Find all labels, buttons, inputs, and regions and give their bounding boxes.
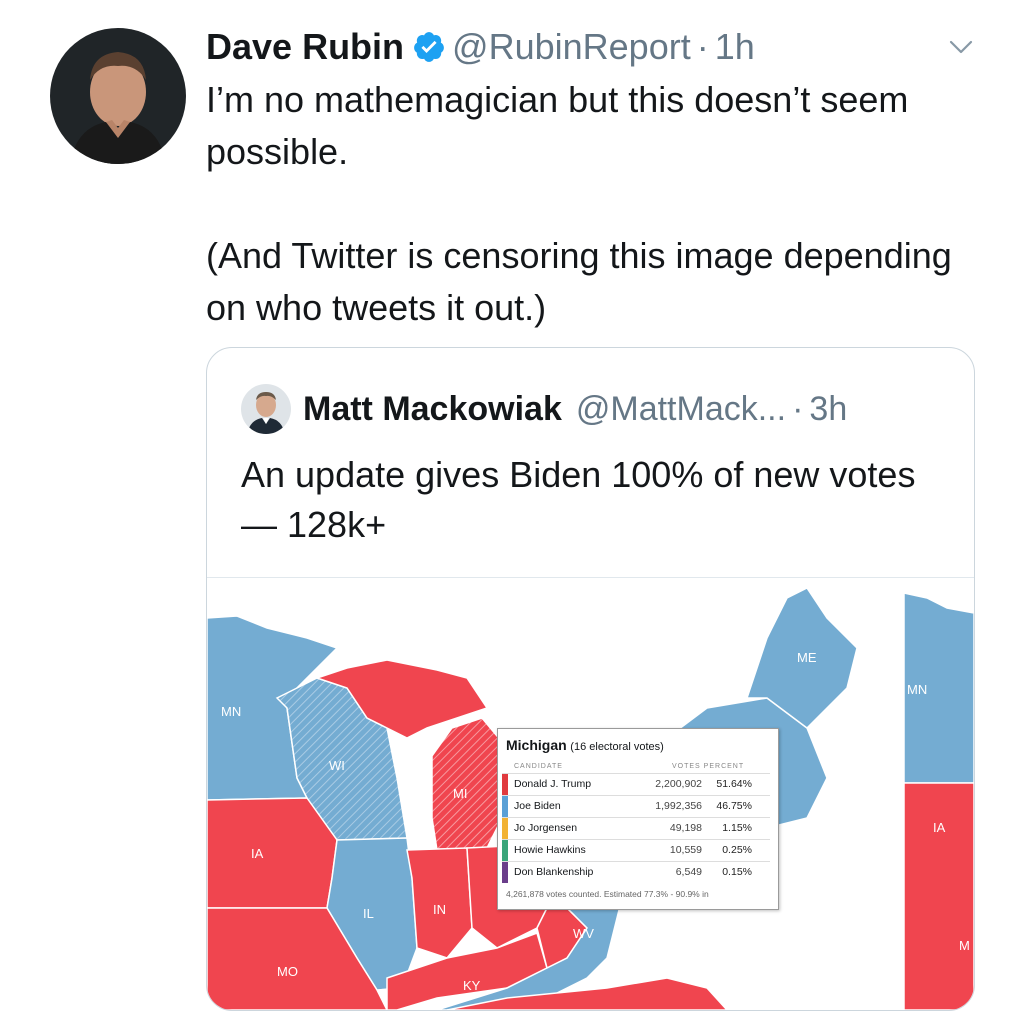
map-label: MN (907, 682, 928, 697)
candidate-color-bar (502, 818, 508, 839)
map-label: IL (363, 906, 374, 921)
separator-dot: · (792, 389, 804, 428)
candidate-name: Don Blankenship (514, 866, 594, 878)
candidate-percent: 1.15% (722, 822, 752, 834)
quoted-author-name: Matt Mackowiak (303, 389, 562, 428)
candidate-votes: 49,198 (669, 822, 702, 834)
election-map-image[interactable]: MN WI MI IA IL IN MO KY WV VA ME MN IA M… (207, 578, 974, 1010)
map-label: ME (797, 650, 817, 665)
quoted-text: An update gives Biden 100% of new votes … (241, 450, 941, 550)
quoted-tweet[interactable]: Matt Mackowiak @MattMack... · 3h An upda… (206, 347, 975, 1011)
verified-badge-icon (414, 32, 444, 62)
quoted-header: Matt Mackowiak @MattMack... · 3h (303, 384, 847, 434)
popup-electoral: (16 electoral votes) (570, 741, 664, 753)
map-label: IA (251, 846, 264, 861)
map-label: IN (433, 902, 446, 917)
candidate-votes: 1,992,356 (655, 800, 702, 812)
map-label: IA (933, 820, 946, 835)
map-label: MO (277, 964, 298, 979)
map-label: MI (453, 786, 468, 801)
result-row: Donald J. Trump 2,200,902 51.64% (502, 773, 770, 795)
result-row: Jo Jorgensen 49,198 1.15% (502, 817, 770, 839)
result-row: Joe Biden 1,992,356 46.75% (502, 795, 770, 817)
candidate-votes: 6,549 (675, 866, 702, 878)
map-label: WV (573, 926, 594, 941)
author-name[interactable]: Dave Rubin (206, 26, 404, 68)
quoted-time: 3h (809, 389, 848, 428)
map-label: KY (463, 978, 481, 993)
popup-footer: 4,261,878 votes counted. Estimated 77.3%… (506, 889, 709, 899)
tweet-text-line: (And Twitter is censoring this image dep… (206, 235, 952, 328)
tweet-time[interactable]: 1h (715, 26, 755, 68)
quoted-text-body: An update gives Biden 100% of new votes … (241, 454, 916, 545)
col-candidate: CANDIDATE (514, 763, 563, 770)
candidate-name: Howie Hawkins (514, 844, 586, 856)
results-rows: Donald J. Trump 2,200,902 51.64% Joe Bid… (502, 773, 770, 883)
chevron-down-icon[interactable] (944, 30, 978, 64)
candidate-color-bar (502, 796, 508, 817)
result-row: Howie Hawkins 10,559 0.25% (502, 839, 770, 861)
tweet-header: Dave Rubin @RubinReport · 1h (206, 22, 755, 72)
popup-title: Michigan (16 electoral votes) (506, 737, 664, 753)
author-avatar[interactable] (50, 28, 186, 164)
candidate-percent: 0.15% (722, 866, 752, 878)
map-label: VA (631, 954, 648, 969)
candidate-name: Donald J. Trump (514, 778, 592, 790)
separator-dot: · (696, 26, 709, 67)
candidate-color-bar (502, 862, 508, 883)
tweet-text-line: I’m no mathemagician but this doesn’t se… (206, 79, 909, 172)
col-votes-percent: VOTES PERCENT (672, 763, 745, 770)
candidate-votes: 2,200,902 (655, 778, 702, 790)
candidate-percent: 51.64% (716, 778, 752, 790)
candidate-votes: 10,559 (669, 844, 702, 856)
candidate-percent: 0.25% (722, 844, 752, 856)
candidate-name: Joe Biden (514, 800, 561, 812)
result-row: Don Blankenship 6,549 0.15% (502, 861, 770, 883)
quoted-author-avatar (241, 384, 291, 434)
quoted-author-handle: @MattMack... (575, 389, 787, 428)
popup-state: Michigan (506, 737, 567, 753)
candidate-color-bar (502, 840, 508, 861)
tweet-text: I’m no mathemagician but this doesn’t se… (206, 74, 986, 334)
candidate-percent: 46.75% (716, 800, 752, 812)
candidate-name: Jo Jorgensen (514, 822, 578, 834)
candidate-color-bar (502, 774, 508, 795)
map-label: M (959, 938, 970, 953)
map-label: MN (221, 704, 242, 719)
map-label: WI (329, 758, 345, 773)
results-popup: Michigan (16 electoral votes) CANDIDATE … (497, 728, 779, 910)
author-handle[interactable]: @RubinReport (452, 26, 691, 68)
